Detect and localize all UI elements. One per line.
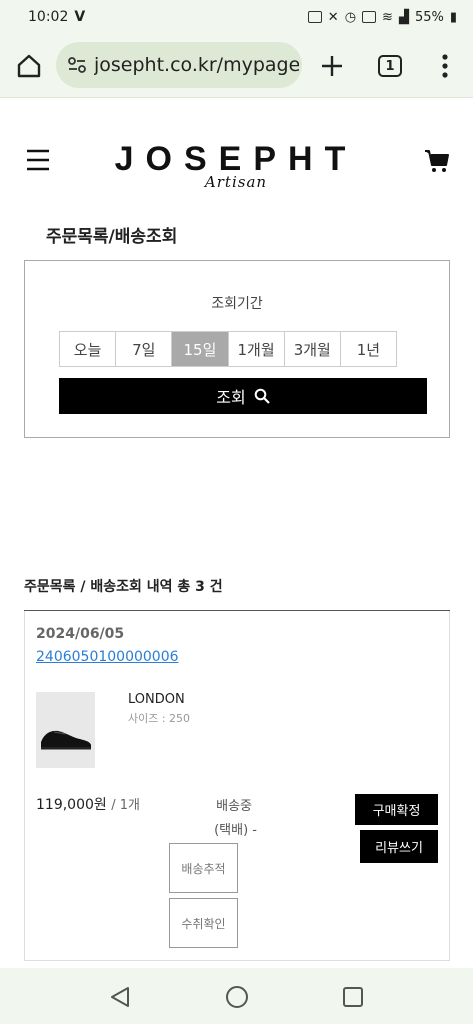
shoe-image [41, 730, 91, 750]
order-search-panel: 조회기간 오늘 7일 15일 1개월 3개월 1년 조회 [24, 260, 450, 438]
product-name[interactable]: LONDON [128, 692, 185, 707]
battery-icon: ▮ [449, 9, 457, 25]
delivery-status: 배송중 [216, 799, 252, 814]
more-menu-icon[interactable] [436, 53, 454, 79]
address-bar[interactable]: josepht.co.kr/mypage/ [56, 42, 302, 88]
period-7days[interactable]: 7일 [116, 332, 173, 366]
home-nav-icon[interactable] [225, 985, 249, 1009]
site-settings-icon[interactable] [66, 54, 88, 76]
hamburger-menu-icon[interactable] [27, 149, 49, 171]
period-label: 조회기간 [211, 296, 263, 312]
battery-percent: 55% [414, 9, 444, 25]
period-1year[interactable]: 1년 [340, 332, 397, 366]
cart-icon[interactable] [424, 148, 450, 174]
status-bar: 10:02 V ✕ ◷ ≋ ▟ 55% ▮ [0, 0, 473, 34]
site-logo[interactable]: JOSEPHT Artisan [110, 140, 362, 196]
hd-icon [362, 11, 377, 23]
home-icon[interactable] [15, 52, 43, 80]
status-icons: ✕ ◷ ≋ ▟ 55% ▮ [307, 9, 457, 25]
tab-switcher-button[interactable]: 1 [378, 55, 402, 77]
confirm-receipt-button[interactable]: 수취확인 [169, 898, 238, 948]
wifi-icon: ≋ [382, 9, 393, 25]
confirm-purchase-button[interactable]: 구매확정 [355, 794, 438, 825]
url-text[interactable]: josepht.co.kr/mypage/ [94, 54, 299, 76]
period-1month[interactable]: 1개월 [228, 332, 285, 366]
period-15days[interactable]: 15일 [172, 332, 229, 366]
order-card: 2024/06/05 2406050100000006 LONDON 사이즈 :… [24, 611, 450, 961]
logo-tagline: Artisan [204, 173, 268, 191]
new-tab-icon[interactable] [318, 52, 346, 80]
period-today[interactable]: 오늘 [60, 332, 117, 366]
period-3months[interactable]: 3개월 [284, 332, 341, 366]
search-button[interactable]: 조회 [59, 378, 427, 414]
alarm-icon: ◷ [344, 9, 357, 25]
recent-apps-icon[interactable] [342, 986, 364, 1008]
write-review-button[interactable]: 리뷰쓰기 [360, 830, 438, 863]
order-number-link[interactable]: 2406050100000006 [36, 649, 179, 665]
signal-icon: ▟ [398, 9, 409, 25]
order-price: 119,000원 / 1개 [36, 794, 140, 814]
shipping-method: (택배) - [214, 823, 257, 838]
order-list-title: 주문목록 / 배송조회 내역 총 3 건 [24, 579, 223, 595]
price-value: 119,000원 [36, 797, 107, 813]
app-notification-icon: V [74, 9, 86, 25]
browser-toolbar: josepht.co.kr/mypage/ 1 [0, 34, 473, 98]
period-selector: 오늘 7일 15일 1개월 3개월 1년 [59, 331, 397, 367]
status-time: 10:02 [28, 9, 69, 25]
search-icon [254, 388, 270, 404]
product-thumbnail[interactable] [36, 692, 95, 768]
mute-icon: ✕ [327, 9, 339, 25]
nfc-icon [307, 11, 322, 23]
order-quantity: / 1개 [111, 798, 140, 813]
product-option: 사이즈 : 250 [128, 712, 191, 725]
order-date: 2024/06/05 [36, 626, 125, 642]
system-nav-bar [0, 968, 473, 1024]
back-icon[interactable] [108, 985, 132, 1009]
search-button-label: 조회 [216, 388, 246, 407]
page-title: 주문목록/배송조회 [46, 227, 178, 247]
track-delivery-button[interactable]: 배송추적 [169, 843, 238, 893]
